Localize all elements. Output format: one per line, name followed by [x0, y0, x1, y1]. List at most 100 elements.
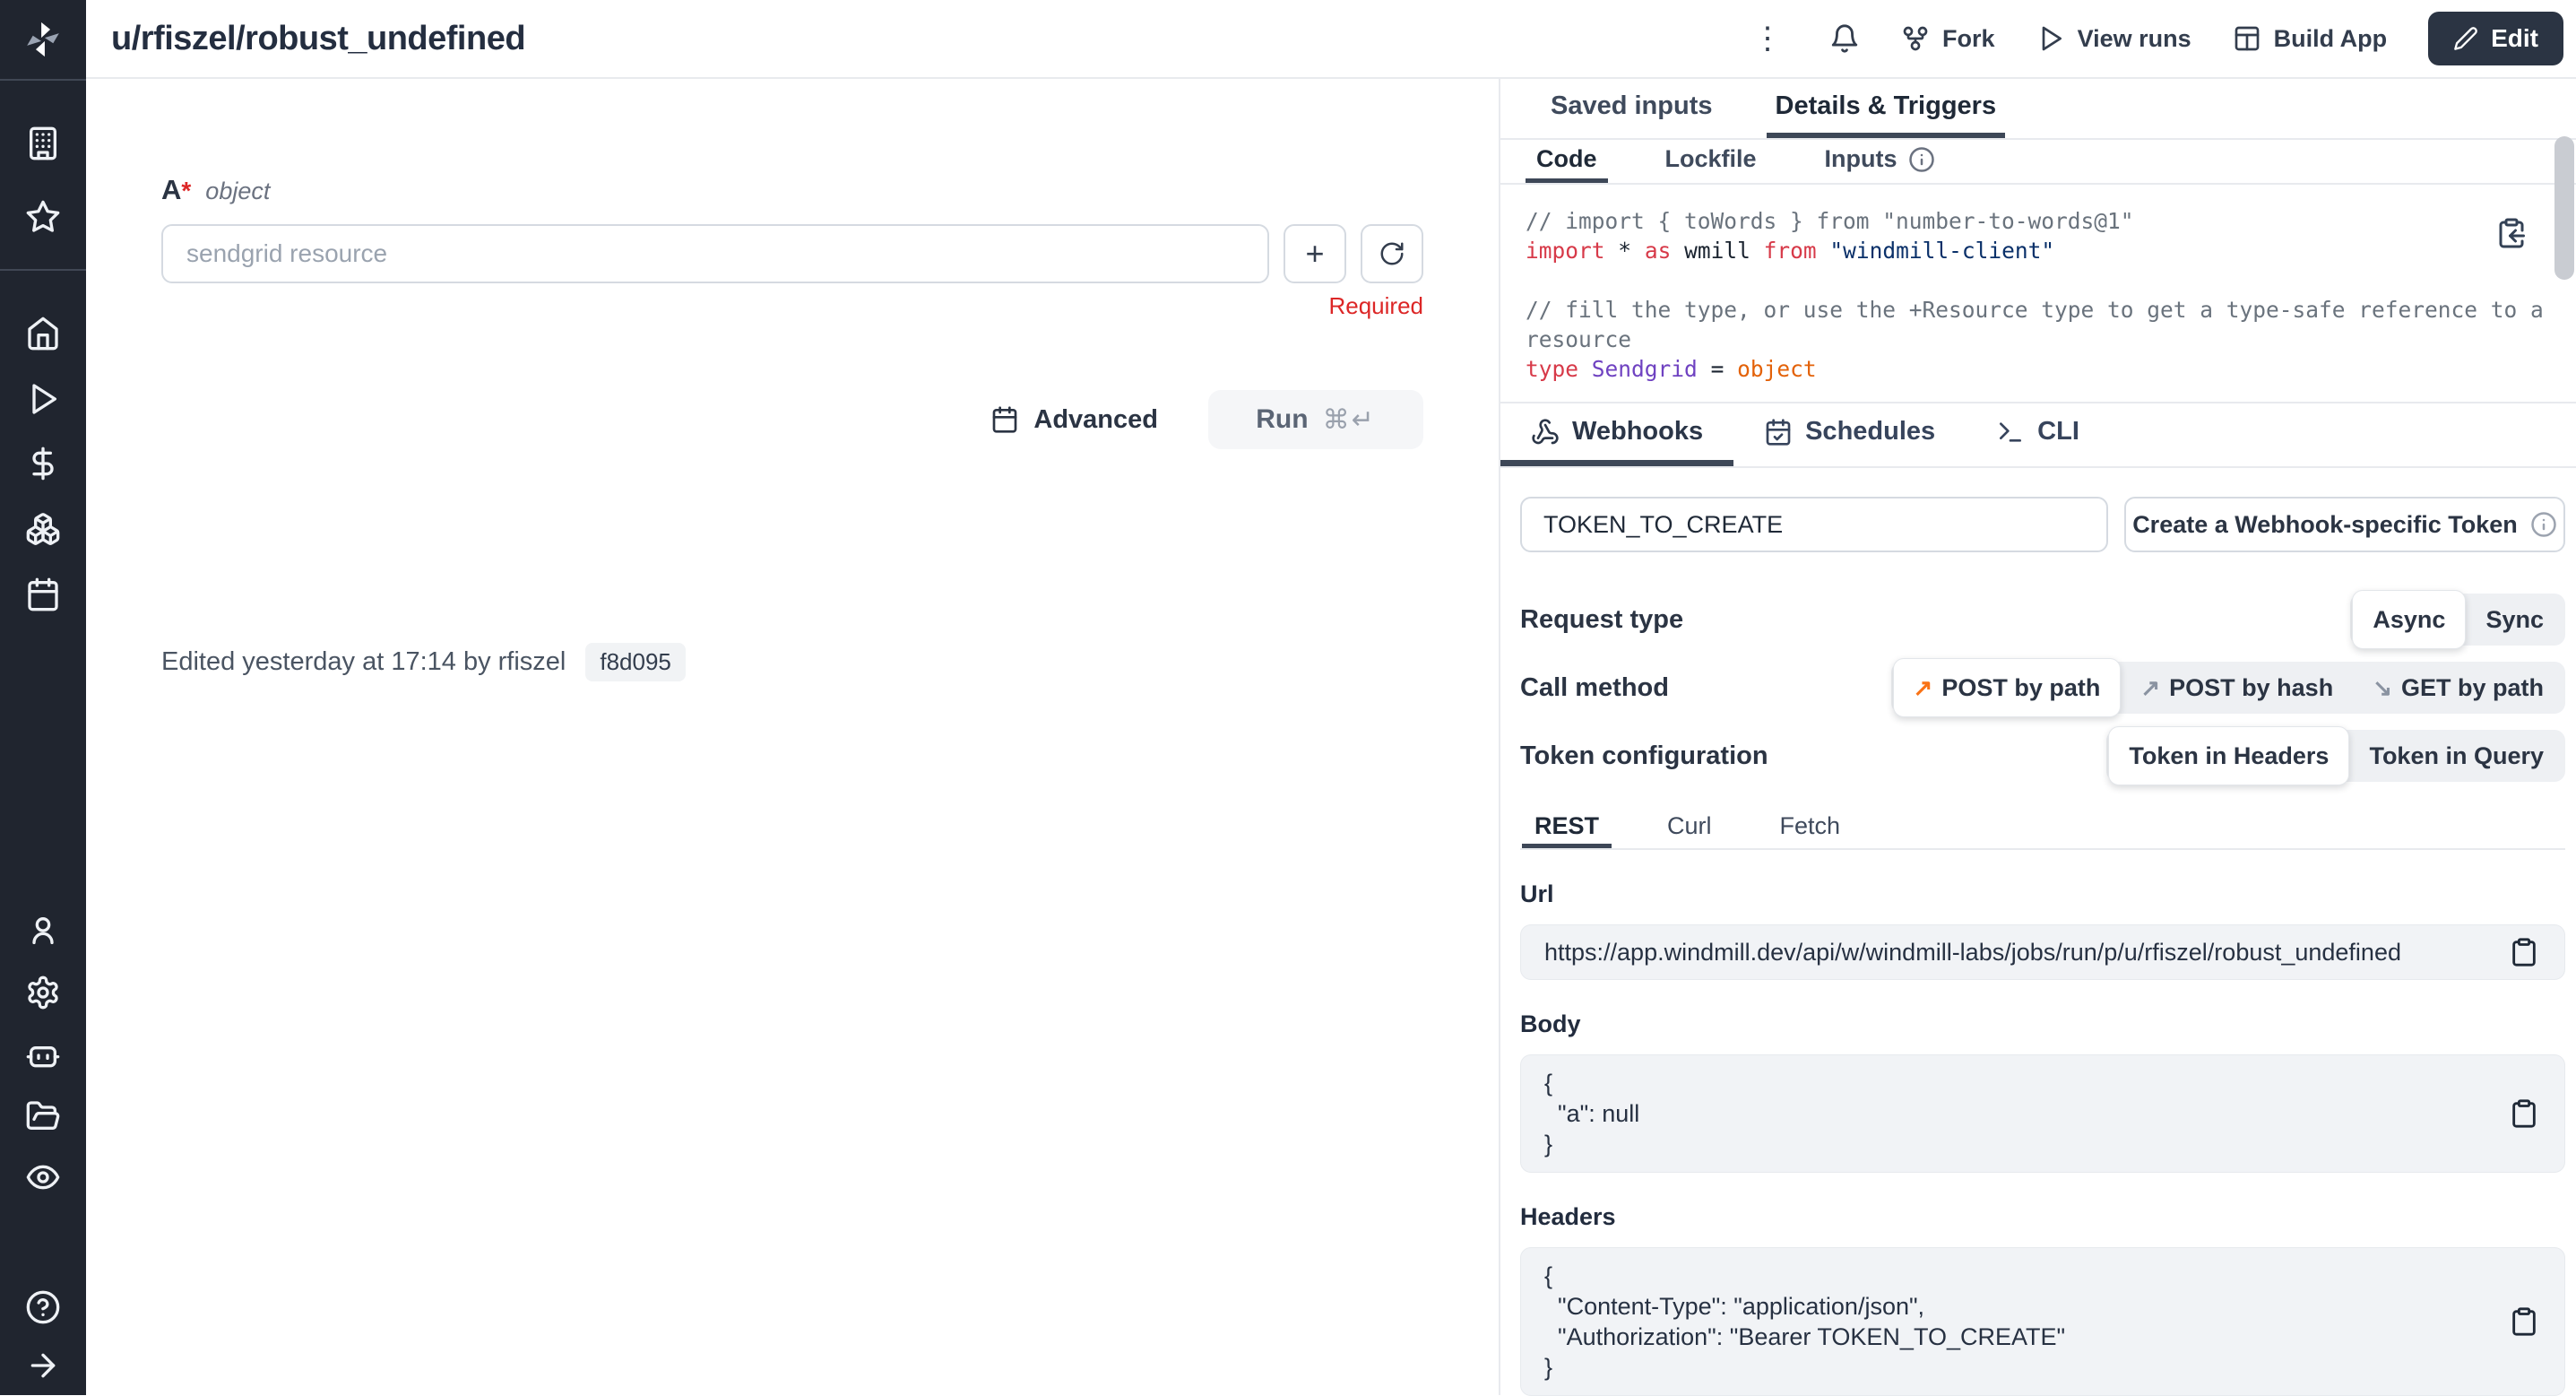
help-icon[interactable]	[25, 1289, 61, 1325]
run-button[interactable]: Run ⌘↵	[1208, 390, 1423, 449]
panel-scrollbar-thumb[interactable]	[2554, 136, 2574, 280]
body-line: "a": null	[1544, 1098, 2484, 1129]
code-token: as	[1645, 238, 1672, 264]
favorites-star-icon[interactable]	[25, 199, 61, 235]
arg-name: A	[161, 174, 181, 205]
settings-gear-icon[interactable]	[25, 975, 61, 1010]
create-webhook-token-label: Create a Webhook-specific Token	[2132, 511, 2518, 539]
version-hash-badge[interactable]: f8d095	[585, 643, 686, 681]
refresh-button[interactable]	[1361, 224, 1423, 283]
body-label: Body	[1520, 1010, 2565, 1038]
body-box: { "a": null }	[1520, 1054, 2565, 1173]
schedules-label: Schedules	[1805, 417, 1935, 447]
tab-rest[interactable]: REST	[1522, 809, 1612, 848]
code-line-comment: // fill the type, or use the +Resource t…	[1526, 295, 2495, 325]
home-icon[interactable]	[25, 316, 61, 351]
copy-url-icon[interactable]	[2509, 937, 2539, 967]
fork-button[interactable]: Fork	[1901, 24, 1995, 53]
workspace-building-icon[interactable]	[25, 126, 61, 161]
plus-icon: +	[1305, 238, 1324, 270]
code-line-import: import * as wmill from "windmill-client"	[1526, 236, 2495, 265]
token-info-icon	[2530, 511, 2557, 538]
tab-schedules[interactable]: Schedules	[1733, 403, 1966, 466]
view-runs-button[interactable]: View runs	[2036, 24, 2191, 53]
edited-meta-row: Edited yesterday at 17:14 by rfiszel f8d…	[161, 643, 1499, 681]
add-resource-button[interactable]: +	[1284, 224, 1346, 283]
webhook-url-value: https://app.windmill.dev/api/w/windmill-…	[1544, 939, 2401, 967]
call-method-option-label: POST by hash	[2169, 674, 2333, 702]
call-method-get-by-path[interactable]: ↘ GET by path	[2353, 662, 2563, 714]
tab-code[interactable]: Code	[1526, 140, 1608, 183]
trigger-tabs: Webhooks Schedules CLI	[1500, 403, 2576, 468]
refresh-icon	[1379, 240, 1405, 267]
token-config-label: Token configuration	[1520, 741, 1768, 771]
resource-input[interactable]	[161, 224, 1269, 283]
webhooks-content: Create a Webhook-specific Token Request …	[1500, 497, 2576, 1396]
build-app-button[interactable]: Build App	[2233, 24, 2387, 53]
arg-input-row: +	[161, 224, 1423, 283]
required-validation-text: Required	[161, 292, 1423, 320]
request-type-sync[interactable]: Sync	[2466, 594, 2563, 646]
workers-bot-icon[interactable]	[25, 1037, 61, 1073]
webhook-icon	[1531, 418, 1560, 447]
notifications-bell-icon[interactable]	[1829, 23, 1860, 54]
folders-icon[interactable]	[25, 1098, 61, 1134]
code-token: type	[1526, 356, 1578, 382]
tab-cli[interactable]: CLI	[1966, 403, 2110, 466]
windmill-logo[interactable]	[0, 0, 86, 79]
arg-field-label-row: A* object	[161, 174, 1499, 206]
sidebar-divider	[0, 269, 86, 271]
run-shortcut: ⌘↵	[1323, 404, 1376, 436]
body-line: {	[1544, 1068, 2484, 1098]
app-sidebar	[0, 0, 86, 1395]
collapse-arrow-icon[interactable]	[25, 1348, 61, 1383]
advanced-button[interactable]: Advanced	[990, 405, 1158, 435]
token-in-headers[interactable]: Token in Headers	[2108, 726, 2349, 785]
users-icon[interactable]	[25, 913, 61, 949]
view-runs-label: View runs	[2078, 25, 2191, 53]
request-type-label: Request type	[1520, 605, 1683, 635]
token-config-row: Token configuration Token in Headers Tok…	[1520, 730, 2565, 782]
tab-curl[interactable]: Curl	[1655, 809, 1725, 848]
topbar-actions: ⋮ Fork View runs Build App Edit	[1747, 12, 2563, 65]
token-input[interactable]	[1520, 497, 2108, 552]
token-config-toggle: Token in Headers Token in Query	[2106, 730, 2565, 782]
windmill-logo-icon	[22, 19, 64, 60]
create-webhook-token-button[interactable]: Create a Webhook-specific Token	[2124, 497, 2565, 552]
request-type-async[interactable]: Async	[2352, 590, 2466, 649]
call-method-post-by-path[interactable]: ↗ POST by path	[1893, 658, 2122, 717]
code-token: wmill	[1684, 238, 1750, 264]
copy-body-icon[interactable]	[2509, 1098, 2539, 1129]
run-form-panel: A* object + Required Advanced Run ⌘↵ Edi…	[86, 79, 1499, 1395]
call-method-post-by-hash[interactable]: ↗ POST by hash	[2121, 662, 2353, 714]
tab-inputs-label: Inputs	[1825, 145, 1897, 173]
tab-saved-inputs[interactable]: Saved inputs	[1542, 79, 1722, 138]
headers-line: {	[1544, 1261, 2484, 1291]
tab-lockfile[interactable]: Lockfile	[1655, 140, 1768, 183]
variables-dollar-icon[interactable]	[25, 446, 61, 481]
token-in-query[interactable]: Token in Query	[2349, 730, 2563, 782]
edited-text: Edited yesterday at 17:14 by rfiszel	[161, 647, 566, 677]
copy-headers-icon[interactable]	[2509, 1306, 2539, 1337]
tab-details-triggers[interactable]: Details & Triggers	[1767, 79, 2006, 138]
topbar: u/rfiszel/robust_undefined ⋮ Fork View r…	[86, 0, 2576, 79]
call-method-option-label: GET by path	[2401, 674, 2544, 702]
terminal-icon	[1996, 418, 2025, 447]
more-menu-kebab-icon[interactable]: ⋮	[1747, 21, 1788, 56]
resources-boxes-icon[interactable]	[25, 511, 61, 547]
sidebar-divider	[0, 79, 86, 81]
body-line: }	[1544, 1129, 2484, 1159]
run-actions-row: Advanced Run ⌘↵	[161, 390, 1423, 449]
call-method-label: Call method	[1520, 673, 1669, 703]
tab-fetch[interactable]: Fetch	[1768, 809, 1854, 848]
edit-button[interactable]: Edit	[2428, 12, 2563, 65]
code-token: "windmill-client"	[1829, 238, 2054, 264]
tab-inputs[interactable]: Inputs	[1814, 140, 1946, 183]
schedules-calendar-icon[interactable]	[25, 577, 61, 612]
headers-box: { "Content-Type": "application/json", "A…	[1520, 1247, 2565, 1396]
audit-eye-icon[interactable]	[25, 1159, 61, 1195]
tab-webhooks[interactable]: Webhooks	[1500, 403, 1733, 466]
runs-play-icon[interactable]	[25, 381, 61, 417]
code-token: *	[1618, 238, 1631, 264]
copy-code-icon[interactable]	[2495, 217, 2528, 249]
